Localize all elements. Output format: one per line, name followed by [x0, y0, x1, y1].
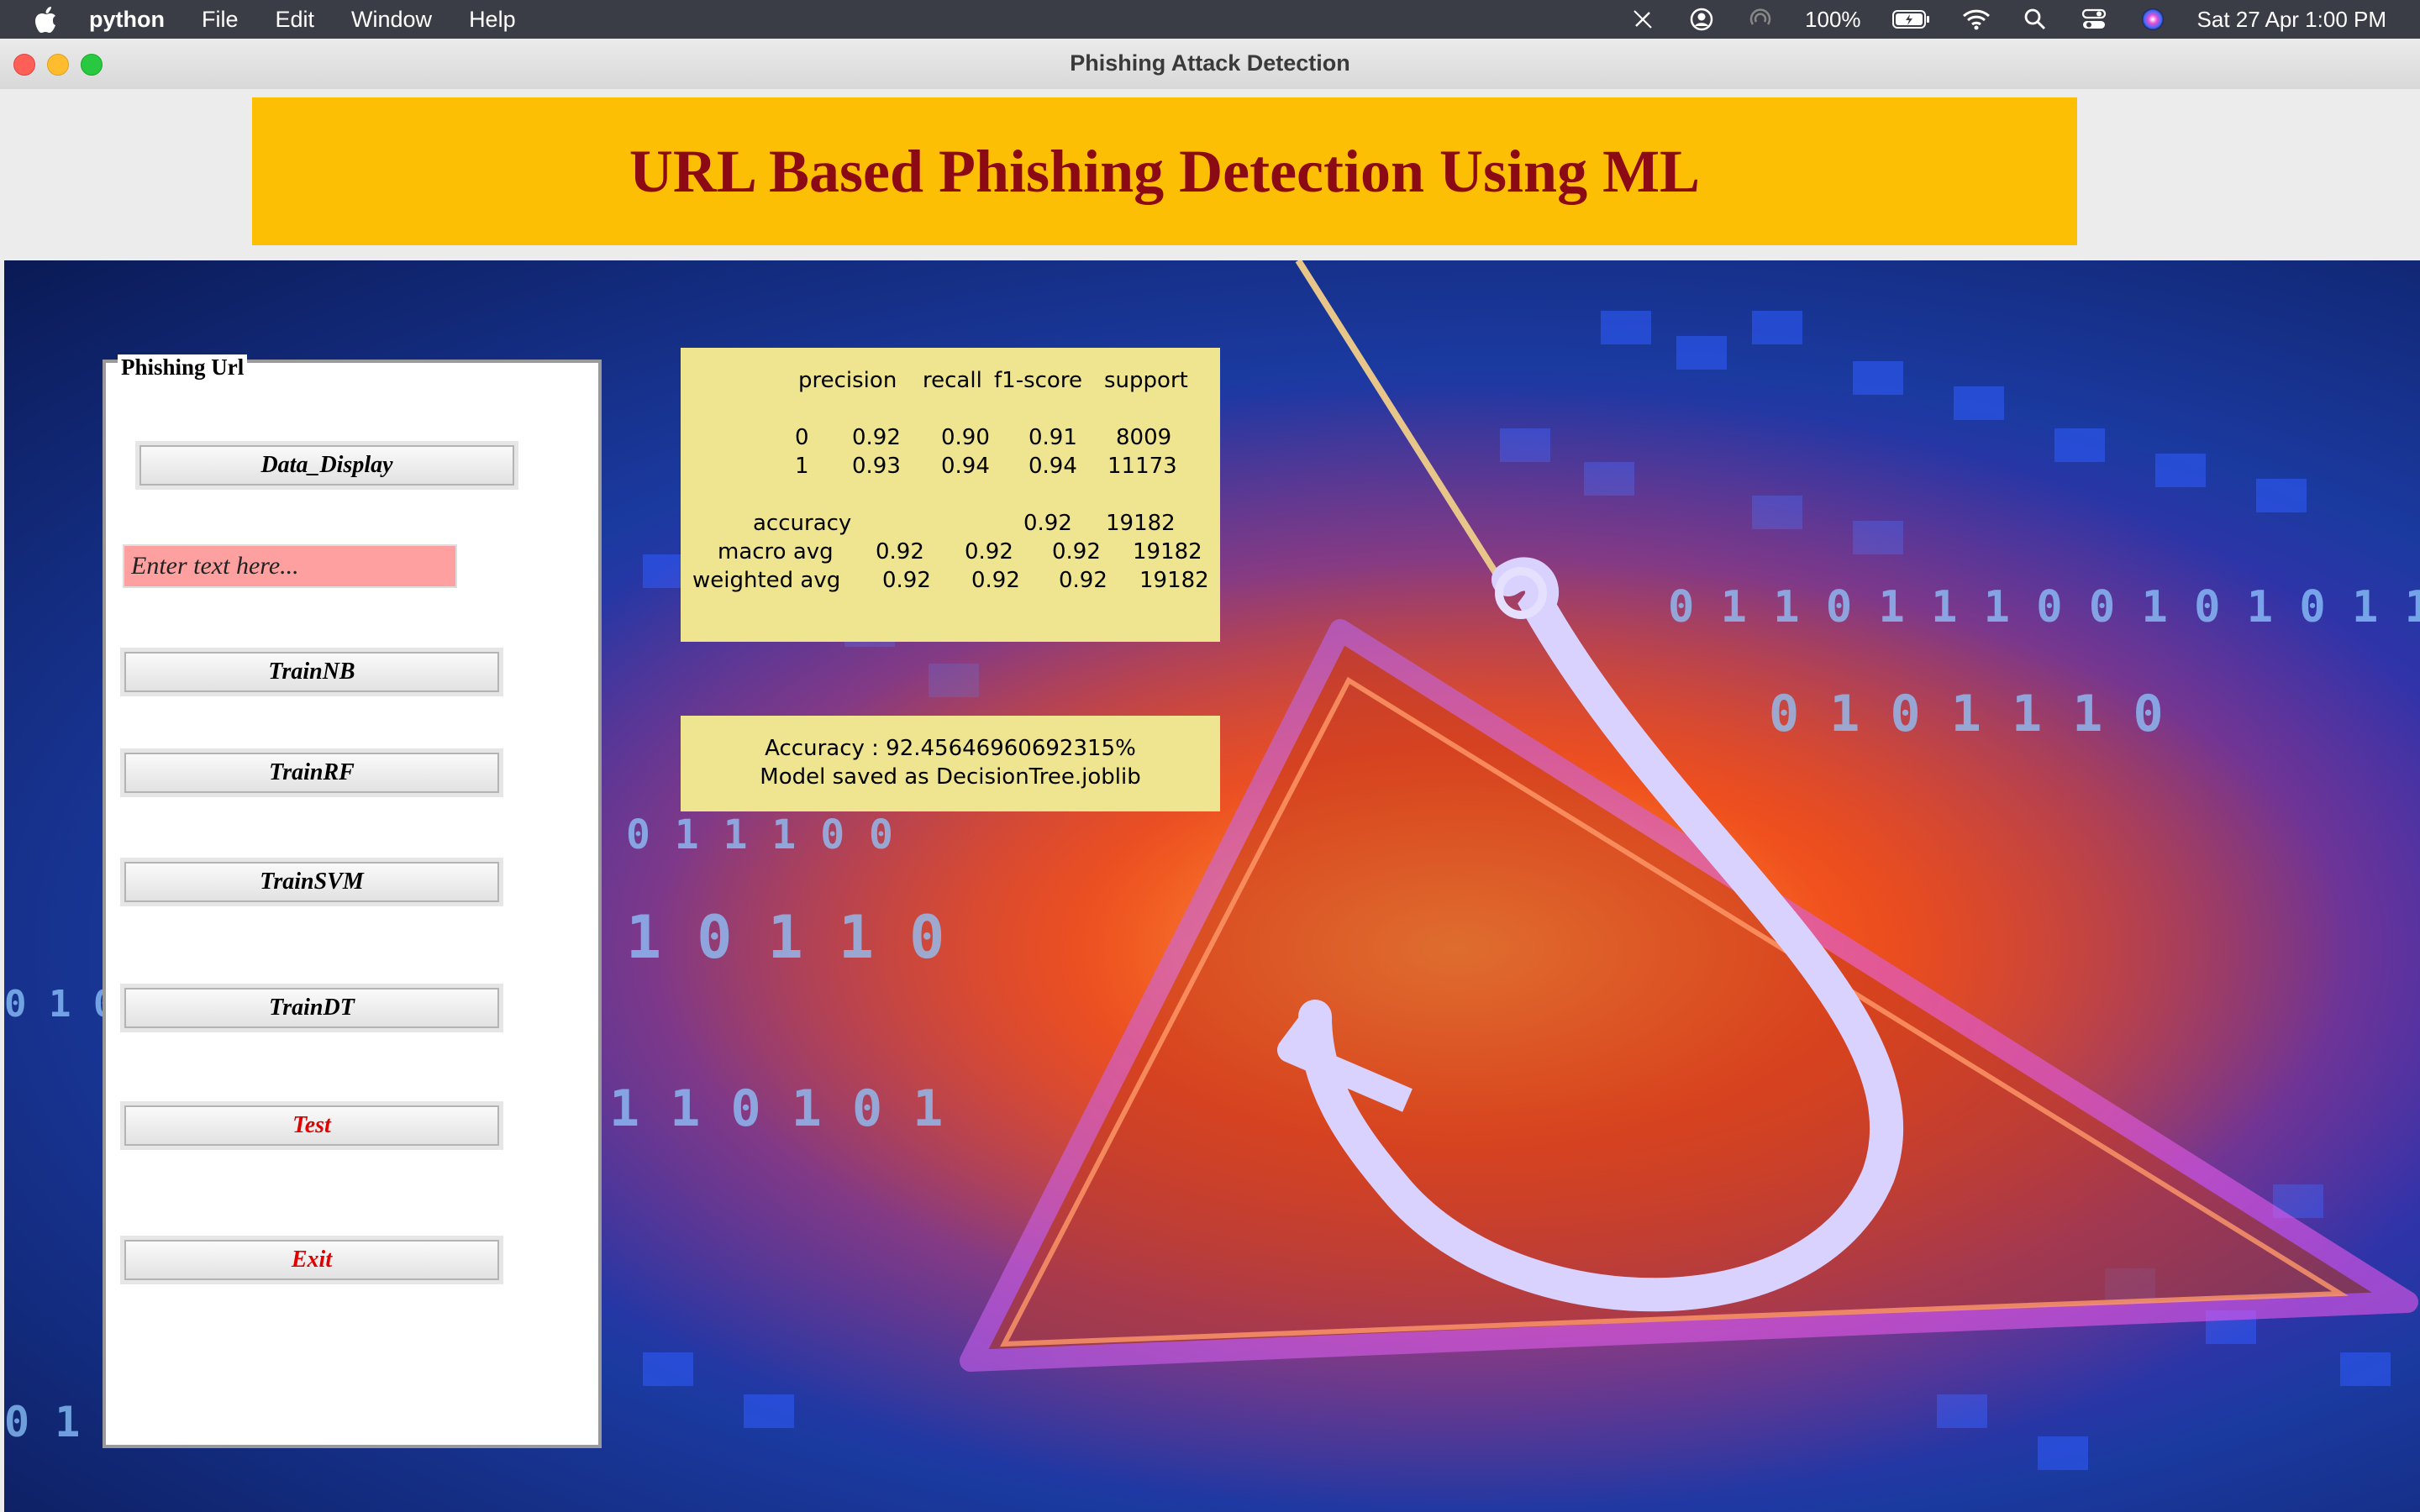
panel-legend: Phishing Url	[118, 354, 248, 381]
menu-app-python[interactable]: python	[89, 7, 165, 33]
pen-off-icon[interactable]	[1628, 5, 1657, 34]
train-dt-button[interactable]: TrainDT	[124, 988, 499, 1028]
siri-icon[interactable]	[2139, 5, 2167, 34]
page-title: URL Based Phishing Detection Using ML	[629, 137, 1701, 205]
report-cell: 0.92	[882, 568, 931, 593]
report-cell: 0.93	[852, 454, 901, 479]
menu-file[interactable]: File	[202, 7, 239, 33]
phishing-url-panel: Phishing Url Data_Display TrainNB TrainR…	[103, 354, 602, 1448]
report-cell: 0.91	[1028, 425, 1077, 450]
report-row-label: accuracy	[753, 511, 852, 536]
apple-menu-icon[interactable]	[32, 4, 59, 34]
report-cell: 11173	[1107, 454, 1177, 479]
test-button[interactable]: Test	[124, 1105, 499, 1146]
app-window: Phishing Attack Detection URL Based Phis…	[0, 39, 2420, 1512]
airdrop-icon[interactable]	[1746, 5, 1775, 34]
report-cell: 0.92	[1052, 539, 1101, 564]
main-content: URL Based Phishing Detection Using ML 0 …	[0, 89, 2420, 1512]
menu-help[interactable]: Help	[469, 7, 516, 33]
url-input[interactable]	[123, 544, 457, 588]
report-cell: 0.90	[941, 425, 990, 450]
report-header-support: support	[1104, 368, 1188, 393]
svg-text:0 1 0: 0 1 0	[4, 983, 115, 1026]
report-row-label: weighted avg	[692, 568, 841, 593]
report-cell: 19182	[1106, 511, 1176, 536]
menu-bar: python File Edit Window Help 100% Sat 27…	[0, 0, 2420, 39]
report-row-label: macro avg	[718, 539, 834, 564]
model-saved-label: Model saved as DecisionTree.joblib	[760, 764, 1141, 790]
train-svm-button[interactable]: TrainSVM	[124, 862, 499, 902]
report-cell: 19182	[1133, 539, 1202, 564]
title-bar[interactable]: Phishing Attack Detection	[0, 39, 2420, 90]
accuracy-label: Accuracy : 92.45646960692315%	[765, 736, 1136, 761]
classification-report: precision recall f1-score support 0 0.92…	[681, 348, 1220, 642]
report-header-precision: precision	[798, 368, 897, 393]
train-rf-button[interactable]: TrainRF	[124, 753, 499, 793]
menu-edit[interactable]: Edit	[276, 7, 315, 33]
report-cell: 0.92	[965, 539, 1013, 564]
report-row-label: 1	[795, 454, 809, 479]
report-row-label: 0	[795, 425, 809, 450]
train-nb-button[interactable]: TrainNB	[124, 652, 499, 692]
control-center-icon[interactable]	[2080, 5, 2108, 34]
user-icon[interactable]	[1687, 5, 1716, 34]
report-header-recall: recall	[923, 368, 982, 393]
svg-text:0 1: 0 1	[4, 1398, 80, 1446]
battery-icon[interactable]	[1891, 5, 1932, 34]
header-banner: URL Based Phishing Detection Using ML	[252, 97, 2077, 245]
svg-text:0 1 1 1 0 0: 0 1 1 1 0 0	[626, 811, 893, 858]
battery-percent: 100%	[1805, 6, 1861, 32]
wifi-icon[interactable]	[1962, 5, 1991, 34]
report-cell: 0.92	[971, 568, 1020, 593]
report-cell: 0.94	[941, 454, 990, 479]
report-cell: 0.92	[1023, 511, 1072, 536]
clock-datetime[interactable]: Sat 27 Apr 1:00 PM	[2197, 7, 2386, 33]
svg-text:1 0 1 1 0: 1 0 1 1 0	[626, 903, 944, 972]
svg-text:1 1 0 1 0 1: 1 1 0 1 0 1	[609, 1079, 943, 1138]
window-title: Phishing Attack Detection	[1070, 50, 1350, 76]
report-cell: 19182	[1139, 568, 1209, 593]
report-header-f1: f1-score	[994, 368, 1082, 393]
svg-text:0 1 1 0 1 1 1 0 0 1 0 1 0 1 1: 0 1 1 0 1 1 1 0 0 1 0 1 0 1 1	[1668, 582, 2420, 633]
menu-window[interactable]: Window	[351, 7, 432, 33]
result-box: Accuracy : 92.45646960692315% Model save…	[681, 716, 1220, 811]
report-cell: 0.94	[1028, 454, 1077, 479]
report-cell: 0.92	[1059, 568, 1107, 593]
data-display-button[interactable]: Data_Display	[139, 445, 514, 486]
report-cell: 0.92	[876, 539, 924, 564]
report-cell: 0.92	[852, 425, 901, 450]
exit-button[interactable]: Exit	[124, 1240, 499, 1280]
report-cell: 8009	[1116, 425, 1172, 450]
search-icon[interactable]	[2021, 5, 2049, 34]
svg-text:0 1 0 1 1 1 0: 0 1 0 1 1 1 0	[1769, 685, 2164, 743]
